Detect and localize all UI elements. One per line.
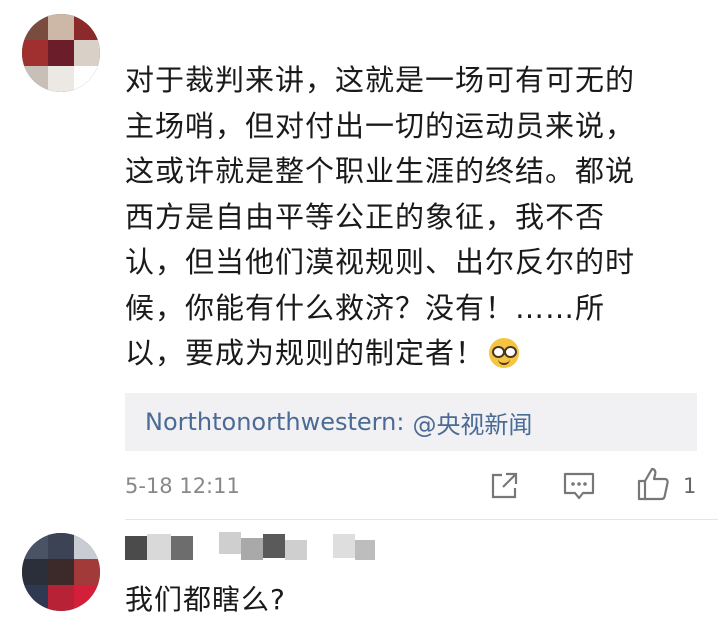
like-count: 1: [683, 474, 697, 498]
quote-box[interactable]: Northtonorthwestern: @央视新闻: [125, 393, 697, 451]
comment-line: 西方是自由平等公正的象征，我不否: [125, 199, 606, 234]
mention-link[interactable]: @央视新闻: [412, 405, 532, 440]
comment-line: 以，要成为规则的制定者！: [125, 336, 486, 370]
avatar[interactable]: [22, 533, 100, 611]
comment-body: 对于裁判来讲，这就是一场可有可无的 主场哨，但对付出一切的运动员来说， 这或许就…: [125, 58, 685, 377]
nerd-face-emoji: [489, 338, 520, 368]
quote-colon: :: [396, 408, 405, 436]
divider: [125, 519, 718, 520]
thumbs-up-icon[interactable]: [636, 466, 670, 502]
share-icon[interactable]: [488, 470, 520, 502]
timestamp: 5-18 12:11: [125, 474, 240, 498]
quote-username-link[interactable]: Northtonorthwestern: [145, 408, 396, 436]
comment-line: 这或许就是整个职业生涯的终结。都说: [125, 154, 636, 188]
comment-line: 认，但当他们漠视规则、出尔反尔的时: [125, 245, 636, 279]
avatar[interactable]: [22, 14, 100, 92]
comment-line: 主场哨，但对付出一切的运动员来说，: [125, 108, 636, 143]
comment-body: 我们都瞎么?: [125, 583, 286, 616]
comment-icon[interactable]: [562, 470, 596, 502]
comment-line: 对于裁判来讲，这就是一场可有可无的: [125, 63, 636, 97]
comment-line-last: 以，要成为规则的制定者！: [125, 331, 685, 377]
comment-line: 候，你能有什么救济？没有！……所: [125, 290, 606, 325]
blurred-username[interactable]: [125, 532, 375, 560]
